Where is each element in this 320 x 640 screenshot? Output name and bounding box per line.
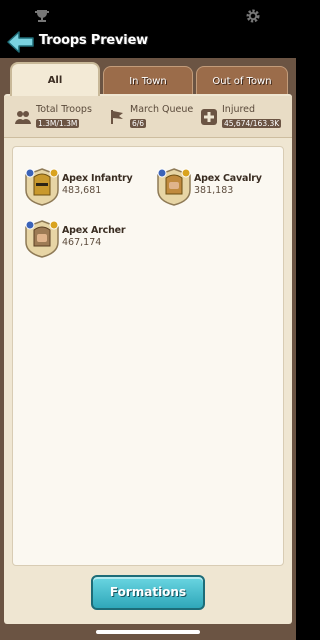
stat-label: Injured bbox=[222, 104, 256, 115]
stat-value: 45,674/163.3K bbox=[222, 119, 282, 128]
stat-value: 6/6 bbox=[130, 119, 147, 128]
tab-label: All bbox=[47, 75, 63, 86]
flag-icon bbox=[111, 110, 123, 124]
troop-name: Apex Cavalry bbox=[194, 173, 262, 184]
tab-all[interactable]: All bbox=[10, 62, 100, 96]
tab-out-of-town[interactable]: Out of Town bbox=[196, 66, 288, 96]
troop-name: Apex Archer bbox=[62, 225, 126, 236]
medical-cross-icon bbox=[201, 109, 217, 125]
troop-list bbox=[12, 146, 284, 566]
header: Troops Preview bbox=[0, 28, 296, 58]
infantry-portrait-icon bbox=[25, 168, 59, 206]
stats-bar: Total Troops 1.3M/1.3M March Queue 6/6 I… bbox=[4, 96, 292, 138]
troop-item-apex-infantry[interactable]: Apex Infantry 483,681 bbox=[25, 168, 155, 208]
archer-portrait-icon bbox=[25, 220, 59, 258]
stat-label: March Queue bbox=[130, 104, 194, 115]
troop-count: 381,183 bbox=[194, 185, 234, 196]
troop-item-apex-cavalry[interactable]: Apex Cavalry 381,183 bbox=[157, 168, 287, 208]
home-indicator[interactable] bbox=[96, 630, 200, 634]
status-bar bbox=[0, 0, 296, 30]
troop-count: 483,681 bbox=[62, 185, 102, 196]
tab-label: In Town bbox=[129, 76, 167, 87]
formations-button[interactable]: Formations bbox=[91, 575, 205, 610]
stat-value: 1.3M/1.3M bbox=[36, 119, 80, 128]
cavalry-portrait-icon bbox=[157, 168, 191, 206]
gear-icon[interactable] bbox=[245, 8, 261, 24]
stat-label: Total Troops bbox=[36, 104, 92, 115]
troop-count: 467,174 bbox=[62, 237, 102, 248]
tab-in-town[interactable]: In Town bbox=[103, 66, 193, 96]
trophy-icon[interactable] bbox=[34, 9, 50, 23]
troop-item-apex-archer[interactable]: Apex Archer 467,174 bbox=[25, 220, 155, 260]
tab-label: Out of Town bbox=[212, 76, 272, 87]
troops-icon bbox=[15, 111, 31, 124]
back-arrow-icon[interactable] bbox=[6, 30, 36, 54]
troop-name: Apex Infantry bbox=[62, 173, 133, 184]
page-title: Troops Preview bbox=[39, 33, 148, 48]
